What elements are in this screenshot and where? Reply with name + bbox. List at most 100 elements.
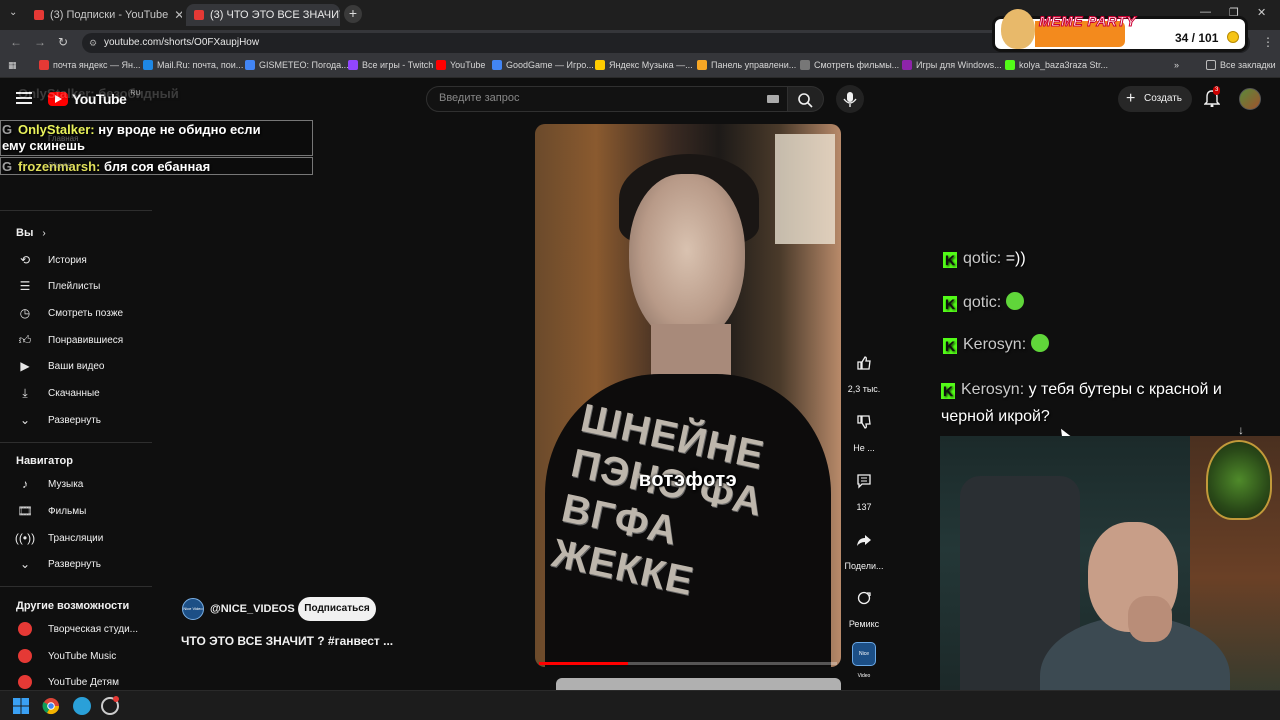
more-bookmarks-icon[interactable]: » [1174,60,1179,70]
sidebar-item-history[interactable]: ⟲ История [0,247,152,273]
bookmark-item[interactable]: YouTube [436,60,485,70]
channel-avatar[interactable]: Nice Video [182,598,204,620]
back-icon[interactable]: ← [10,35,22,49]
sidebar-item-watch-later[interactable]: ◷ Смотреть позже [0,300,152,326]
tab-list-chevron-icon[interactable]: ⌄ [9,7,17,18]
bookmark-favicon-icon [245,60,255,70]
windows-taskbar [0,690,1280,720]
scroll-down-icon[interactable]: ↓ [1238,423,1244,437]
account-avatar[interactable] [1239,88,1261,110]
create-button[interactable]: + Создать [1118,86,1192,112]
chat-username: qotic: [963,250,1002,267]
sidebar-item-live[interactable]: ((•)) Трансляции [0,525,152,551]
chevron-down-icon: ⌄ [19,557,31,571]
music-icon: ♪ [22,477,28,491]
bookmark-item[interactable]: Mail.Ru: почта, пои... [143,60,243,70]
sidebar-divider [0,586,152,587]
sidebar-item-label: История [48,254,87,266]
bookmark-label: GISMETEO: Погода... [259,60,349,70]
watch-later-icon: ◷ [19,306,31,320]
search-input[interactable] [439,92,749,104]
sidebar-item-studio[interactable]: Творческая студи... [0,616,152,642]
forward-icon[interactable]: → [34,35,46,49]
windows-start-icon[interactable] [12,697,30,715]
shorts-video-player[interactable]: ШНЕЙНЕ ПЭНЭ ФА ВГФА ЖЕККЕ вотэфотэ [535,124,841,667]
yt-music-icon [18,649,32,663]
site-info-icon[interactable]: ⚙ [89,33,97,53]
voice-search-button[interactable] [836,85,864,113]
sidebar-item-label: Трансляции [48,532,104,544]
sidebar-item-films[interactable]: 🎞︎ Фильмы [0,498,152,524]
bookmark-item[interactable]: Смотреть фильмы... [800,60,899,70]
bookmark-item[interactable]: Яндекс Музыка —... [595,60,693,70]
channel-avatar-small[interactable]: Nice Video [852,642,876,679]
browser-tab-active[interactable]: (3) ЧТО ЭТО ВСЕ ЗНАЧИТ 🔊 ✕ [186,4,340,26]
browser-menu-icon[interactable]: ⋮ [1262,35,1274,49]
sidebar-item-label: Творческая студи... [48,623,139,635]
search-box [426,86,788,112]
telegram-icon[interactable] [73,697,91,715]
new-tab-button[interactable]: + [344,5,362,23]
bookmark-item[interactable]: GoodGame — Игро... [492,60,594,70]
bookmark-item[interactable]: Панель управлени... [697,60,796,70]
bookmark-favicon-icon [39,60,49,70]
folder-icon [1206,60,1216,70]
bookmark-favicon-icon [143,60,153,70]
bookmark-label: YouTube [450,60,486,70]
apps-grid-icon[interactable]: ▦ [8,60,17,71]
search-icon [798,93,813,108]
bookmark-favicon-icon [697,60,707,70]
comment-count: 137 [856,502,872,512]
sidebar-item-music[interactable]: ♪ Музыка [0,471,152,497]
channel-name[interactable]: @NICE_VIDEOS [210,603,295,615]
close-tab-icon[interactable]: ✕ [174,8,182,22]
like-button[interactable]: 2,3 тыс. [844,348,884,394]
comments-button[interactable]: 137 [844,466,884,512]
youtube-favicon-icon [194,10,204,20]
kick-badge-icon: K [943,338,957,354]
meme-party-widget: MEME PARTY 34 / 101 [992,9,1248,52]
overlay-chat-faded-line: OnlyStalker: безобидный [18,86,179,101]
sidebar-item-liked[interactable]: 👍︎ Понравившиеся [0,327,152,353]
bookmark-item[interactable]: kolya_baza3raza Str... [1005,60,1108,70]
reload-icon[interactable]: ↻ [58,35,68,49]
sidebar-item-downloads[interactable]: ⤓ Скачанные [0,380,152,406]
browser-tab-subscriptions[interactable]: (3) Подписки - YouTube ✕ [26,4,182,26]
search-button[interactable] [788,86,824,112]
all-bookmarks-label: Все закладки [1220,60,1276,70]
sidebar-item-yt-music[interactable]: YouTube Music [0,643,152,669]
sidebar-heading-you[interactable]: Вы › [16,227,46,239]
video-title[interactable]: ЧТО ЭТО ВСЕ ЗНАЧИТ ? #ганвест ... [181,634,393,648]
close-window-icon[interactable]: ✕ [1257,6,1266,19]
share-label: Подели... [844,561,884,571]
bookmark-item[interactable]: почта яндекс — Ян... [39,60,141,70]
subscribe-button[interactable]: Подписаться [298,597,376,621]
keyboard-icon[interactable] [767,95,779,103]
bookmark-item[interactable]: GISMETEO: Погода... [245,60,349,70]
sidebar-item-your-videos[interactable]: ▶︎ Ваши видео [0,353,152,379]
sidebar-item-playlists[interactable]: ☰ Плейлисты [0,273,152,299]
sidebar-item-expand-explore[interactable]: ⌄ Развернуть [0,551,152,577]
sidebar-item-expand[interactable]: ⌄ Развернуть [0,407,152,433]
all-bookmarks-folder[interactable]: Все закладки [1206,60,1276,70]
sidebar-item-label: YouTube Music [48,650,117,662]
history-icon: ⟲ [19,253,31,267]
next-short-preview[interactable] [556,678,841,690]
remix-button[interactable]: Ремикс [844,583,884,629]
video-progress-bar[interactable] [539,662,837,665]
chat-username: qotic: [963,294,1002,311]
video-progress-fill [539,662,629,665]
sidebar-item-label: Ваши видео [48,360,105,372]
bookmark-favicon-icon [800,60,810,70]
dislike-button[interactable]: Не ... [844,407,884,453]
remix-label: Ремикс [848,619,880,629]
share-button[interactable]: Подели... [844,525,884,571]
webcam-person-hand [1128,596,1172,642]
bookmark-item[interactable]: Все игры - Twitch [348,60,433,70]
bookmark-item[interactable]: Игры для Windows... [902,60,1002,70]
coin-icon [1227,31,1239,43]
thumbs-down-icon [849,407,879,437]
chrome-icon[interactable] [42,697,60,715]
kick-badge-icon: K [941,383,955,399]
notification-dot-icon [113,696,119,702]
